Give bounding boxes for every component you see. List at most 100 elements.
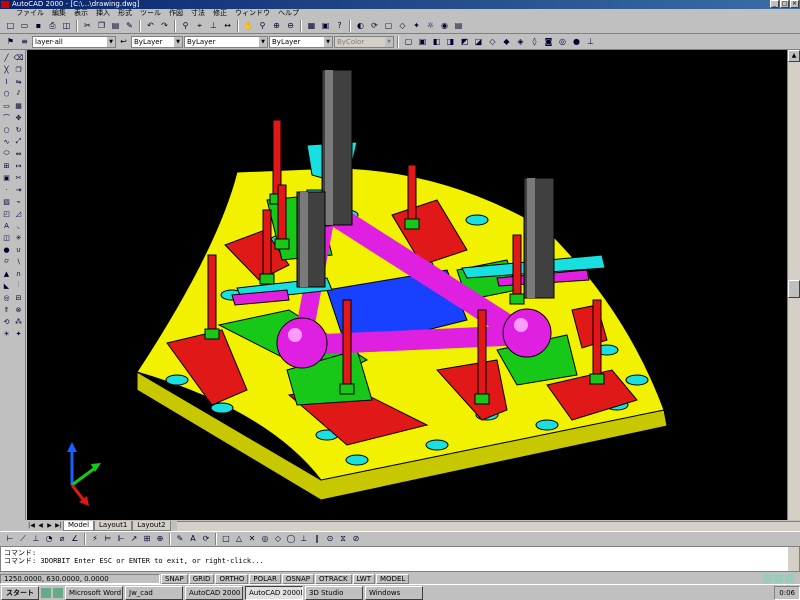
lineweight-dropdown[interactable]: ByLayer ▼ — [269, 35, 333, 48]
tab-model[interactable]: Model — [63, 520, 95, 531]
taskbar-item[interactable]: Microsoft Word — [65, 585, 123, 600]
erase-icon[interactable]: ⌫ — [13, 52, 24, 63]
render-icon[interactable]: ✦ — [410, 20, 423, 32]
menu-file[interactable]: ファイル — [12, 9, 48, 18]
menu-help[interactable]: ヘルプ — [274, 9, 303, 18]
taskbar-item[interactable]: AutoCAD 2000 — [185, 585, 243, 600]
osnap-center-icon[interactable]: ◎ — [259, 533, 271, 544]
hide-icon[interactable]: ◎ — [556, 36, 569, 48]
fillet-icon[interactable]: ◟ — [13, 220, 24, 231]
menu-tools[interactable]: ツール — [136, 9, 165, 18]
view-ne-iso-icon[interactable]: ◈ — [514, 36, 527, 48]
zoom-realtime-icon[interactable]: ⚲ — [256, 20, 269, 32]
subtract-icon[interactable]: ∖ — [13, 256, 24, 267]
construction-line-icon[interactable]: ╳ — [1, 64, 12, 75]
osnap-intersection-icon[interactable]: ✕ — [246, 533, 258, 544]
radius-dim-icon[interactable]: ◔ — [43, 533, 55, 544]
view-back-icon[interactable]: ◪ — [472, 36, 485, 48]
osnap-nearest-icon[interactable]: ⧖ — [337, 533, 349, 544]
break-icon[interactable]: ⌁ — [13, 196, 24, 207]
view-front-icon[interactable]: ◩ — [458, 36, 471, 48]
union-icon[interactable]: ∪ — [13, 244, 24, 255]
redo-icon[interactable]: ↷ — [158, 20, 171, 32]
section-icon[interactable]: ⊟ — [13, 292, 24, 303]
layer-previous-icon[interactable]: ↩ — [117, 36, 130, 48]
minimize-button[interactable]: _ — [770, 0, 779, 8]
polyline-icon[interactable]: ⌇ — [1, 76, 12, 87]
ucs-icon[interactable]: ⊥ — [207, 20, 220, 32]
spline-icon[interactable]: ∿ — [1, 136, 12, 147]
color-dropdown[interactable]: ByLayer ▼ — [131, 35, 183, 48]
view-bottom-icon[interactable]: ▣ — [416, 36, 429, 48]
view-sw-iso-icon[interactable]: ◇ — [486, 36, 499, 48]
copy-icon[interactable]: ❐ — [95, 20, 108, 32]
aligned-dim-icon[interactable]: ⟋ — [17, 533, 29, 544]
hyperlink-icon[interactable]: ⚲ — [179, 20, 192, 32]
scroll-thumb[interactable] — [788, 280, 800, 298]
baseline-dim-icon[interactable]: ⊨ — [102, 533, 114, 544]
array-icon[interactable]: ▦ — [13, 100, 24, 111]
save-icon[interactable]: ▪ — [32, 20, 45, 32]
model-viewport[interactable] — [27, 50, 787, 520]
3d-array-icon[interactable]: ⁂ — [13, 316, 24, 327]
osnap-perpendicular-icon[interactable]: ⊥ — [298, 533, 310, 544]
status-lwt-button[interactable]: LWT — [352, 573, 376, 584]
view-iso-icon[interactable]: ◇ — [396, 20, 409, 32]
ellipse-icon[interactable]: ⬭ — [1, 148, 12, 159]
tab-next-icon[interactable]: ▶ — [45, 521, 54, 530]
move-icon[interactable]: ✥ — [13, 112, 24, 123]
material-icon[interactable]: ◉ — [438, 20, 451, 32]
explode-icon[interactable]: ✳ — [13, 232, 24, 243]
extrude-icon[interactable]: ⇑ — [1, 304, 12, 315]
design-center-icon[interactable]: ▦ — [305, 20, 318, 32]
menu-view[interactable]: 表示 — [70, 9, 92, 18]
linear-dim-icon[interactable]: ⊢ — [4, 533, 16, 544]
taskbar-item[interactable]: Windows — [365, 585, 423, 600]
linetype-dropdown[interactable]: ByLayer ▼ — [184, 35, 268, 48]
revolve-icon[interactable]: ⟲ — [1, 316, 12, 327]
pan-icon[interactable]: ✋ — [242, 20, 255, 32]
start-button[interactable]: スタート — [1, 585, 39, 600]
osnap-endpoint-icon[interactable]: □ — [220, 533, 232, 544]
horizontal-scrollbar[interactable] — [176, 520, 800, 531]
shade-icon[interactable]: ◐ — [354, 20, 367, 32]
tab-last-icon[interactable]: ▶| — [54, 521, 63, 530]
menu-window[interactable]: ウィンドウ — [231, 9, 274, 18]
paste-icon[interactable]: ▤ — [109, 20, 122, 32]
ucs-world-icon[interactable]: ⊥ — [584, 36, 597, 48]
point-icon[interactable]: · — [1, 184, 12, 195]
mirror-icon[interactable]: ⇋ — [13, 76, 24, 87]
dim-text-edit-icon[interactable]: A — [187, 533, 199, 544]
osnap-none-icon[interactable]: ⊘ — [350, 533, 362, 544]
menu-edit[interactable]: 編集 — [48, 9, 70, 18]
tracking-icon[interactable]: ⌖ — [193, 20, 206, 32]
cone-icon[interactable]: ▲ — [1, 268, 12, 279]
zoom-window-icon[interactable]: ⊕ — [270, 20, 283, 32]
make-block-icon[interactable]: ▣ — [1, 172, 12, 183]
menu-draw[interactable]: 作図 — [165, 9, 187, 18]
close-button[interactable]: × — [790, 0, 799, 8]
interfere-icon[interactable]: ⊗ — [13, 304, 24, 315]
layer-dropdown[interactable]: layer-all ▼ — [32, 35, 116, 48]
status-osnap-button[interactable]: OSNAP — [281, 573, 315, 584]
arc-icon[interactable]: ⌒ — [1, 112, 12, 123]
view-left-icon[interactable]: ◧ — [430, 36, 443, 48]
menu-modify[interactable]: 修正 — [209, 9, 231, 18]
status-model-button[interactable]: MODEL — [376, 573, 410, 584]
distance-icon[interactable]: ↔ — [221, 20, 234, 32]
cylinder-icon[interactable]: ⌭ — [1, 256, 12, 267]
print-icon[interactable]: ⎙ — [46, 20, 59, 32]
undo-icon[interactable]: ↶ — [144, 20, 157, 32]
view-top-icon[interactable]: ▢ — [402, 36, 415, 48]
vertical-scrollbar[interactable]: ▲ — [787, 50, 800, 520]
offset-icon[interactable]: ⫽ — [13, 88, 24, 99]
app-icon[interactable] — [1, 1, 9, 8]
help-icon[interactable]: ? — [333, 20, 346, 32]
insert-block-icon[interactable]: ⊞ — [1, 160, 12, 171]
scroll-up-icon[interactable]: ▲ — [788, 50, 800, 62]
box-icon[interactable]: ◫ — [1, 232, 12, 243]
intersect-icon[interactable]: ∩ — [13, 268, 24, 279]
network-icon[interactable] — [785, 574, 794, 583]
extend-icon[interactable]: ⇥ — [13, 184, 24, 195]
cut-icon[interactable]: ✂ — [81, 20, 94, 32]
